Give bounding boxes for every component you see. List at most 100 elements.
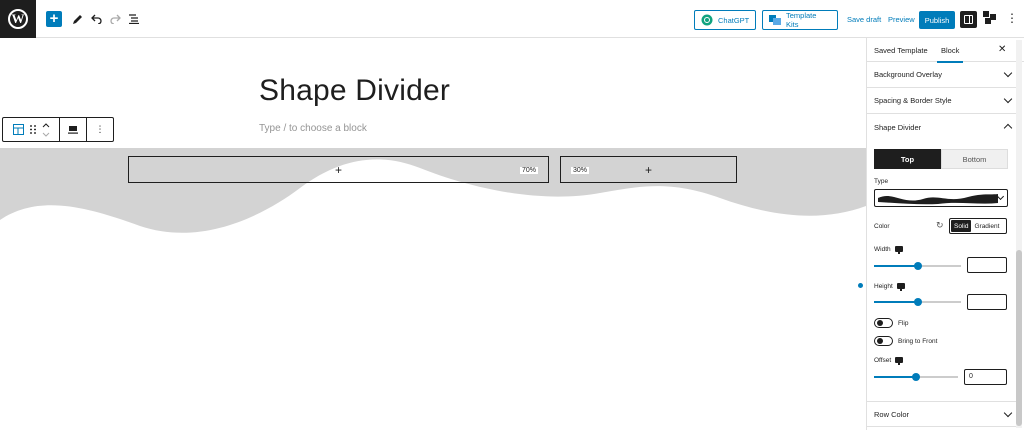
align-icon <box>68 125 78 134</box>
row-block-icon[interactable] <box>12 124 24 135</box>
tab-block[interactable]: Block <box>936 46 964 63</box>
offset-input[interactable]: 0 <box>964 369 1007 385</box>
add-block-plus-icon[interactable]: + <box>335 163 342 177</box>
width-input[interactable] <box>967 257 1007 273</box>
wordpress-logo-icon: W <box>8 9 28 29</box>
chevron-down-icon <box>1003 408 1013 418</box>
editor-top-bar: W + ChatGPT Template Kits Save draft Pre… <box>0 0 1024 38</box>
blocks-icon-part <box>985 18 991 24</box>
options-menu-button[interactable]: ⋮ <box>1006 12 1018 24</box>
save-draft-button[interactable]: Save draft <box>847 15 881 24</box>
panel-background-overlay[interactable]: Background Overlay <box>867 62 1017 88</box>
move-up-down-icon[interactable] <box>42 122 50 137</box>
height-slider[interactable] <box>874 298 961 306</box>
undo-button[interactable] <box>91 11 102 27</box>
sidebar-tabs: Saved Template Block ✕ <box>867 38 1024 63</box>
solid-option[interactable]: Solid <box>951 220 972 232</box>
desktop-icon[interactable] <box>896 283 905 292</box>
panel-title: Shape Divider <box>874 122 922 132</box>
height-label: Height <box>874 283 905 292</box>
more-vertical-icon: ⋮ <box>95 124 105 134</box>
sidebar-scrollbar[interactable] <box>1016 40 1022 428</box>
panel-shape-divider[interactable]: Shape Divider <box>867 114 1017 140</box>
redo-button[interactable] <box>110 11 121 27</box>
panel-title: Spacing & Border Style <box>874 96 952 105</box>
wordpress-logo-button[interactable]: W <box>0 0 36 38</box>
offset-slider-fill <box>874 376 916 378</box>
flip-toggle[interactable] <box>874 318 893 328</box>
height-slider-handle[interactable] <box>914 298 922 306</box>
gradient-option[interactable]: Gradient <box>971 220 1002 232</box>
tab-bottom[interactable]: Bottom <box>941 149 1008 169</box>
template-kits-button[interactable]: Template Kits <box>762 10 838 30</box>
type-label: Type <box>874 178 889 185</box>
color-mode-toggle: Solid Gradient <box>949 218 1007 234</box>
width-slider[interactable] <box>874 262 961 270</box>
flip-label: Flip <box>898 320 909 327</box>
chevron-down-icon <box>996 192 1005 201</box>
offset-slider[interactable] <box>874 373 958 381</box>
pencil-icon <box>73 14 82 24</box>
block-options-button[interactable]: ⋮ <box>87 118 113 141</box>
block-settings-sidebar: Saved Template Block ✕ Background Overla… <box>866 38 1024 430</box>
chatgpt-label: ChatGPT <box>718 15 750 25</box>
align-button[interactable] <box>60 118 87 141</box>
wave-shape-preview-icon <box>878 194 998 205</box>
bring-to-front-label: Bring to Front <box>898 338 938 345</box>
template-kits-label: Template Kits <box>786 11 817 29</box>
chatgpt-button[interactable]: ChatGPT <box>694 10 756 30</box>
color-label: Color <box>874 223 890 230</box>
blocks-icon <box>983 11 989 17</box>
column-block-left[interactable]: + 70% <box>128 156 549 183</box>
shape-position-tabs: Top Bottom <box>874 149 1008 169</box>
publish-button[interactable]: Publish <box>919 11 955 29</box>
tab-saved-template[interactable]: Saved Template <box>874 46 928 55</box>
column-width-badge: 30% <box>571 167 590 174</box>
post-title[interactable]: Shape Divider <box>259 74 450 108</box>
list-view-icon <box>129 14 139 24</box>
template-kits-icon <box>769 14 781 26</box>
chevron-up-icon <box>1003 123 1013 133</box>
chatgpt-icon <box>701 14 713 26</box>
scrollbar-thumb[interactable] <box>1016 250 1022 426</box>
edit-tool-button[interactable] <box>72 11 83 27</box>
panel-title: Background Overlay <box>874 70 942 79</box>
panel-title: Row Color <box>874 409 910 419</box>
width-slider-handle[interactable] <box>914 262 922 270</box>
offset-label-text: Offset <box>874 357 892 364</box>
add-block-button[interactable]: + <box>46 11 62 27</box>
chevron-down-icon <box>1003 68 1013 78</box>
column-block-right[interactable]: + 30% <box>560 156 737 183</box>
editor-canvas: Shape Divider Type / to choose a block ⋮… <box>0 38 866 430</box>
blocks-kit-button[interactable] <box>983 11 997 25</box>
drag-handle-icon[interactable] <box>29 125 36 134</box>
chevron-down-icon <box>1003 94 1013 104</box>
sidebar-icon <box>964 15 973 24</box>
height-label-text: Height <box>874 283 893 290</box>
reset-icon[interactable]: ↻ <box>936 220 944 231</box>
offset-slider-handle[interactable] <box>912 373 920 381</box>
block-transform-group <box>3 118 60 141</box>
width-label: Width <box>874 246 903 255</box>
height-input[interactable] <box>967 294 1007 310</box>
tab-top[interactable]: Top <box>874 149 941 169</box>
shape-type-select[interactable] <box>874 189 1008 207</box>
height-slider-fill <box>874 301 918 303</box>
block-appender-placeholder[interactable]: Type / to choose a block <box>259 123 367 134</box>
settings-toggle-button[interactable] <box>960 11 977 28</box>
panel-spacing-border[interactable]: Spacing & Border Style <box>867 88 1017 114</box>
width-slider-fill <box>874 265 918 267</box>
redo-icon <box>110 14 121 24</box>
panel-row-color[interactable]: Row Color <box>867 401 1017 427</box>
block-toolbar: ⋮ <box>2 117 114 142</box>
document-overview-button[interactable] <box>129 11 140 27</box>
bring-to-front-toggle[interactable] <box>874 336 893 346</box>
add-block-plus-icon[interactable]: + <box>645 163 652 177</box>
close-icon[interactable]: ✕ <box>998 44 1006 55</box>
desktop-icon[interactable] <box>895 357 904 366</box>
desktop-icon[interactable] <box>894 246 903 255</box>
column-width-badge: 70% <box>519 167 538 174</box>
width-label-text: Width <box>874 246 891 253</box>
block-insertion-point[interactable] <box>858 283 863 288</box>
preview-button[interactable]: Preview <box>888 15 915 24</box>
